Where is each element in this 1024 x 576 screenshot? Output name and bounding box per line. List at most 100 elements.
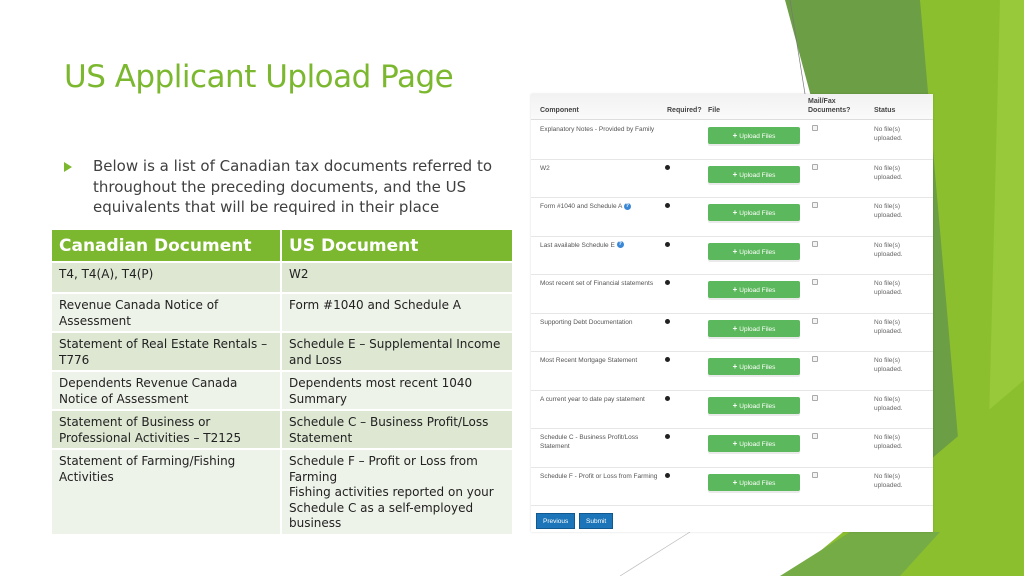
component-label: Supporting Debt Documentation xyxy=(540,318,665,327)
asterisk-icon xyxy=(665,434,670,439)
canadian-document-cell: Statement of Farming/Fishing Activities xyxy=(52,448,282,534)
status-text: No file(s) uploaded. xyxy=(874,126,903,142)
table-header-row: Canadian Document US Document xyxy=(52,230,512,262)
upload-files-button[interactable]: + Upload Files xyxy=(708,242,800,260)
upload-files-button[interactable]: + Upload Files xyxy=(708,396,800,414)
status-text: No file(s) uploaded. xyxy=(874,203,903,219)
component-label: W2 xyxy=(540,164,665,173)
us-document-cell: W2 xyxy=(281,261,512,293)
component-label: Last available Schedule E ? xyxy=(540,241,665,250)
status-text: No file(s) uploaded. xyxy=(874,318,903,335)
mail-fax-checkbox[interactable] xyxy=(812,356,818,362)
plus-icon: + xyxy=(732,439,738,448)
us-document-cell: Schedule C – Business Profit/Loss Statem… xyxy=(281,409,512,449)
table-row: Statement of Real Estate Rentals – T776 S… xyxy=(52,331,512,371)
plus-icon: + xyxy=(732,131,738,140)
status-text: No file(s) uploaded. xyxy=(874,280,903,296)
plus-icon: + xyxy=(732,400,738,410)
triangle-bullet-icon xyxy=(64,162,72,172)
mail-fax-checkbox[interactable] xyxy=(812,125,818,131)
table-row: Statement of Farming/Fishing Activities S… xyxy=(52,448,512,534)
status-text: No file(s) uploaded. xyxy=(874,434,903,450)
header-canadian-document: Canadian Document xyxy=(52,230,282,262)
upload-label: Upload Files xyxy=(739,210,776,217)
document-comparison-table: Canadian Document US Document T4, T4(A),… xyxy=(52,230,512,534)
plus-icon: + xyxy=(732,246,738,256)
canadian-document-cell: Statement of Real Estate Rentals – T776 xyxy=(52,331,282,371)
upload-files-button[interactable]: + Upload Files xyxy=(708,319,800,337)
col-file: File xyxy=(708,107,721,114)
upload-files-button[interactable]: + Upload Files xyxy=(708,165,800,183)
us-document-cell: Dependents most recent 1040 Summary xyxy=(281,370,512,410)
deco-line-bottom xyxy=(619,531,691,576)
upload-label: Upload Files xyxy=(739,402,776,410)
asterisk-icon xyxy=(665,164,670,170)
upload-label: Upload Files xyxy=(739,133,776,140)
upload-row: Most Recent Mortgage Statement + Upload Fi… xyxy=(531,352,933,391)
upload-row: Schedule F - Profit or Loss from Farming… xyxy=(531,468,933,506)
component-text: A current year to date pay statement xyxy=(540,395,645,403)
component-label: Form #1040 and Schedule A ? xyxy=(540,202,665,211)
upload-row: W2 + Upload Files No file(s) uploaded. xyxy=(531,160,933,198)
upload-label: Upload Files xyxy=(739,248,776,256)
mail-fax-checkbox[interactable] xyxy=(812,240,818,247)
mail-fax-checkbox[interactable] xyxy=(812,279,818,285)
bullet-text: Below is a list of Canadian tax document… xyxy=(93,157,493,216)
component-text: W2 xyxy=(540,164,550,172)
mail-fax-checkbox[interactable] xyxy=(812,202,818,208)
status-text: No file(s) uploaded. xyxy=(874,164,903,181)
mail-fax-checkbox[interactable] xyxy=(812,317,818,324)
upload-row: Explanatory Notes - Provided by Family + U… xyxy=(531,121,933,160)
asterisk-icon xyxy=(665,357,670,362)
upload-label: Upload Files xyxy=(739,441,776,448)
component-text: Most Recent Mortgage Statement xyxy=(540,357,638,364)
col-mail-fax: Mail/Fax Documents? xyxy=(808,98,851,114)
upload-files-button[interactable]: + Upload Files xyxy=(708,204,800,221)
table-row: Statement of Business or Professional Ac… xyxy=(52,409,512,449)
component-label: A current year to date pay statement xyxy=(540,395,665,404)
upload-label: Upload Files xyxy=(739,364,776,371)
asterisk-icon xyxy=(665,241,670,247)
asterisk-icon xyxy=(665,318,670,324)
component-text: Most recent set of Financial statements xyxy=(540,280,654,287)
upload-files-button[interactable]: + Upload Files xyxy=(708,281,800,298)
previous-button[interactable]: Previous xyxy=(536,513,576,529)
info-icon[interactable]: ? xyxy=(623,202,631,210)
plus-icon: + xyxy=(732,362,738,371)
canadian-document-cell: Revenue Canada Notice of Assessment xyxy=(52,292,282,332)
table-row: T4, T4(A), T4(P) W2 xyxy=(52,261,512,293)
upload-row: Last available Schedule E ? + Upload Files… xyxy=(531,237,933,275)
deco-shape-lighter xyxy=(985,0,1024,576)
component-text: Schedule C - Business Profit/Loss Statem… xyxy=(540,434,639,450)
status-text: No file(s) uploaded. xyxy=(874,357,903,373)
info-icon[interactable]: ? xyxy=(616,241,624,249)
component-text: Explanatory Notes - Provided by Family xyxy=(540,126,655,133)
asterisk-icon xyxy=(665,395,670,401)
plus-icon: + xyxy=(732,477,738,487)
deco-shape-bottom-dark xyxy=(780,532,940,576)
upload-files-button[interactable]: + Upload Files xyxy=(708,358,800,375)
status-text: No file(s) uploaded. xyxy=(874,395,903,412)
upload-files-button[interactable]: + Upload Files xyxy=(708,435,800,452)
mail-fax-checkbox[interactable] xyxy=(812,163,818,170)
canadian-document-cell: T4, T4(A), T4(P) xyxy=(52,261,282,293)
asterisk-icon xyxy=(665,472,670,478)
mail-fax-checkbox[interactable] xyxy=(812,471,818,478)
us-document-cell: Schedule F – Profit or Loss from Farming… xyxy=(281,448,512,534)
asterisk-icon xyxy=(665,203,670,208)
submit-button[interactable]: Submit xyxy=(579,513,614,529)
upload-row: Form #1040 and Schedule A ? + Upload Files… xyxy=(531,198,933,237)
plus-icon: + xyxy=(732,169,738,179)
upload-files-button[interactable]: + Upload Files xyxy=(708,473,800,491)
bullet-item: Below is a list of Canadian tax document… xyxy=(64,156,514,218)
mail-fax-checkbox[interactable] xyxy=(812,433,818,439)
component-label: Most Recent Mortgage Statement xyxy=(540,356,665,365)
upload-files-button[interactable]: + Upload Files xyxy=(708,127,800,144)
upload-row: Most recent set of Financial statements +… xyxy=(531,275,933,314)
component-text: Schedule F - Profit or Loss from Farming xyxy=(540,472,658,480)
status-text: No file(s) uploaded. xyxy=(874,472,903,489)
asterisk-icon xyxy=(665,280,670,285)
table-row: Dependents Revenue Canada Notice of Asse… xyxy=(52,370,512,410)
component-label: Most recent set of Financial statements xyxy=(540,279,665,288)
mail-fax-checkbox[interactable] xyxy=(812,394,818,401)
